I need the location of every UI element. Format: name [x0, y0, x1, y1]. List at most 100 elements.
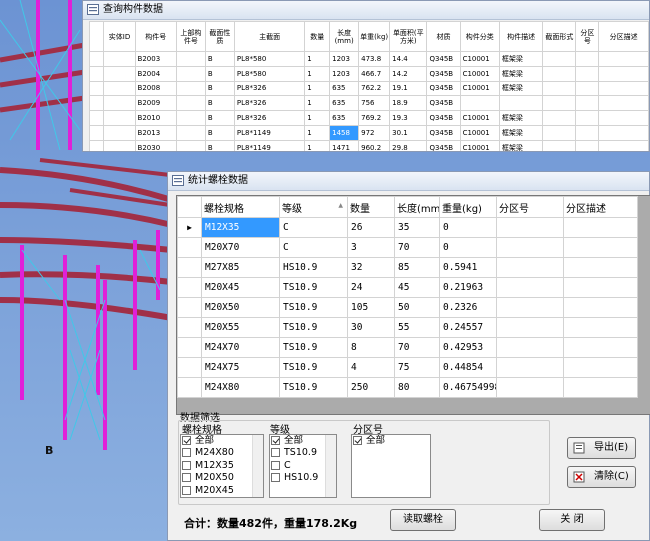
table-cell[interactable]: 29.8 [389, 139, 428, 151]
row-header[interactable] [89, 51, 105, 67]
component-data-grid[interactable]: 实体ID 构件号 上部构件号 截面性质 主截面 数量 长度(mm) 单重(kg) 单面积(平方米… [89, 21, 649, 151]
table-cell[interactable]: 635 [329, 95, 360, 112]
table-cell[interactable] [598, 95, 649, 112]
table-cell[interactable] [175, 95, 206, 112]
table-cell[interactable]: 19.3 [389, 110, 428, 126]
table-cell[interactable]: 0.42953 [439, 337, 497, 358]
checkbox[interactable] [182, 460, 191, 470]
table-cell[interactable] [496, 317, 564, 338]
table-cell[interactable] [496, 377, 564, 398]
table-cell[interactable] [575, 139, 600, 151]
column-header[interactable]: 分区号 [575, 21, 600, 52]
column-header[interactable]: 截面形式 [542, 21, 577, 52]
table-cell[interactable]: 1203 [329, 65, 360, 82]
close-button[interactable]: 关 闭 [539, 509, 605, 531]
table-cell[interactable]: 75 [394, 357, 440, 378]
column-header[interactable]: 构件号 [134, 21, 177, 52]
table-cell[interactable] [496, 357, 564, 378]
column-header[interactable]: 实体ID [103, 21, 136, 52]
column-header[interactable]: 重量(kg) [439, 196, 497, 218]
table-cell[interactable] [103, 139, 136, 151]
table-cell[interactable]: 3 [347, 237, 395, 258]
table-cell[interactable]: 30 [347, 317, 395, 338]
table-cell[interactable] [103, 65, 136, 82]
table-cell[interactable]: 1 [304, 80, 331, 97]
table-cell[interactable]: 1 [304, 65, 331, 82]
table-cell[interactable] [575, 110, 600, 126]
table-cell[interactable]: B2030 [134, 139, 177, 151]
table-cell[interactable]: PL8*580 [233, 51, 306, 67]
table-row[interactable]: M24X70 TS10.9 8 70 0.42953 [177, 337, 638, 358]
table-cell[interactable]: TS10.9 [279, 377, 348, 398]
table-cell[interactable]: B [204, 110, 235, 126]
table-cell[interactable]: 473.8 [358, 51, 391, 67]
table-cell[interactable]: 32 [347, 257, 395, 278]
current-row-icon[interactable]: ▶ [177, 217, 202, 238]
table-cell[interactable]: 762.2 [358, 80, 391, 97]
table-cell[interactable] [575, 80, 600, 97]
table-cell[interactable]: B [204, 95, 235, 112]
table-cell[interactable]: 1 [304, 124, 331, 141]
table-cell[interactable]: PL8*580 [233, 65, 306, 82]
query-component-window[interactable]: 查询构件数据 实体ID 构件号 上部构件号 截面性质 主截面 数量 长度(mm) 单重(kg)… [82, 0, 650, 152]
table-cell[interactable]: 35 [394, 217, 440, 238]
column-header[interactable]: 等级 ▲ [279, 196, 348, 218]
row-header[interactable] [177, 257, 202, 278]
table-cell[interactable]: Q345B [426, 124, 461, 141]
table-cell[interactable] [496, 237, 564, 258]
row-header[interactable] [177, 377, 202, 398]
column-header[interactable]: 截面性质 [204, 21, 235, 52]
table-cell[interactable]: 1 [304, 139, 331, 151]
table-row[interactable]: M20X50 TS10.9 105 50 0.2326 [177, 297, 638, 318]
table-cell[interactable]: 14.2 [389, 65, 428, 82]
table-cell[interactable]: M20X70 [201, 237, 280, 258]
table-cell[interactable] [598, 110, 649, 126]
table-cell[interactable]: Q345B [426, 51, 461, 67]
table-cell[interactable]: 框架梁 [498, 124, 544, 141]
table-cell[interactable]: 1 [304, 51, 331, 67]
checklist-item[interactable]: M12X35 [181, 460, 263, 472]
bolt-statistics-window[interactable]: 统计螺栓数据 螺栓规格等级▲数量长度(mm)重量(kg)分区号分区描述 ▶M12… [167, 171, 650, 541]
table-cell[interactable] [103, 124, 136, 141]
column-header[interactable]: 长度(mm) [394, 196, 440, 218]
table-cell[interactable] [575, 95, 600, 112]
table-cell[interactable]: 0.44854 [439, 357, 497, 378]
read-bolts-button[interactable]: 读取螺栓 [390, 509, 456, 531]
table-cell[interactable] [563, 357, 638, 378]
zone-checklist[interactable]: 全部 [351, 434, 431, 498]
table-cell[interactable]: 45 [394, 277, 440, 298]
table-cell[interactable] [563, 297, 638, 318]
checklist-item[interactable]: TS10.9 [270, 447, 336, 459]
row-header[interactable] [177, 277, 202, 298]
table-cell[interactable] [598, 139, 649, 151]
table-cell[interactable]: 250 [347, 377, 395, 398]
table-cell[interactable]: 635 [329, 110, 360, 126]
row-header[interactable] [89, 80, 105, 97]
table-cell[interactable] [563, 257, 638, 278]
table-cell[interactable]: PL8*326 [233, 80, 306, 97]
table-cell[interactable] [175, 80, 206, 97]
column-header[interactable]: 上部构件号 [175, 21, 206, 52]
checkbox[interactable] [353, 436, 362, 445]
checkbox[interactable] [271, 436, 280, 445]
spec-checklist[interactable]: 全部 M24X80 M12X35 M20X50 M20X45 [180, 434, 264, 498]
column-header[interactable]: 主截面 [233, 21, 306, 52]
table-cell[interactable]: M20X45 [201, 277, 280, 298]
table-row[interactable]: B2030 B PL8*1149 1 1471 960.2 29.8 Q345B C10001 框… [89, 139, 649, 151]
table-cell[interactable]: 972 [358, 124, 391, 141]
checklist-item[interactable]: 全部 [352, 435, 430, 447]
checkbox[interactable] [271, 473, 280, 483]
table-cell[interactable]: 1203 [329, 51, 360, 67]
table-cell[interactable]: TS10.9 [279, 277, 348, 298]
table-row[interactable]: M20X45 TS10.9 24 45 0.21963 [177, 277, 638, 298]
table-cell[interactable]: 0.21963 [439, 277, 497, 298]
table-cell[interactable] [563, 337, 638, 358]
table-cell[interactable]: B2008 [134, 80, 177, 97]
table-cell[interactable] [575, 51, 600, 67]
table-cell[interactable] [598, 80, 649, 97]
table-cell[interactable]: B [204, 139, 235, 151]
checklist-item[interactable]: M20X45 [181, 485, 263, 497]
checkbox[interactable] [271, 460, 280, 470]
table-cell[interactable] [175, 139, 206, 151]
table-cell[interactable] [496, 217, 564, 238]
